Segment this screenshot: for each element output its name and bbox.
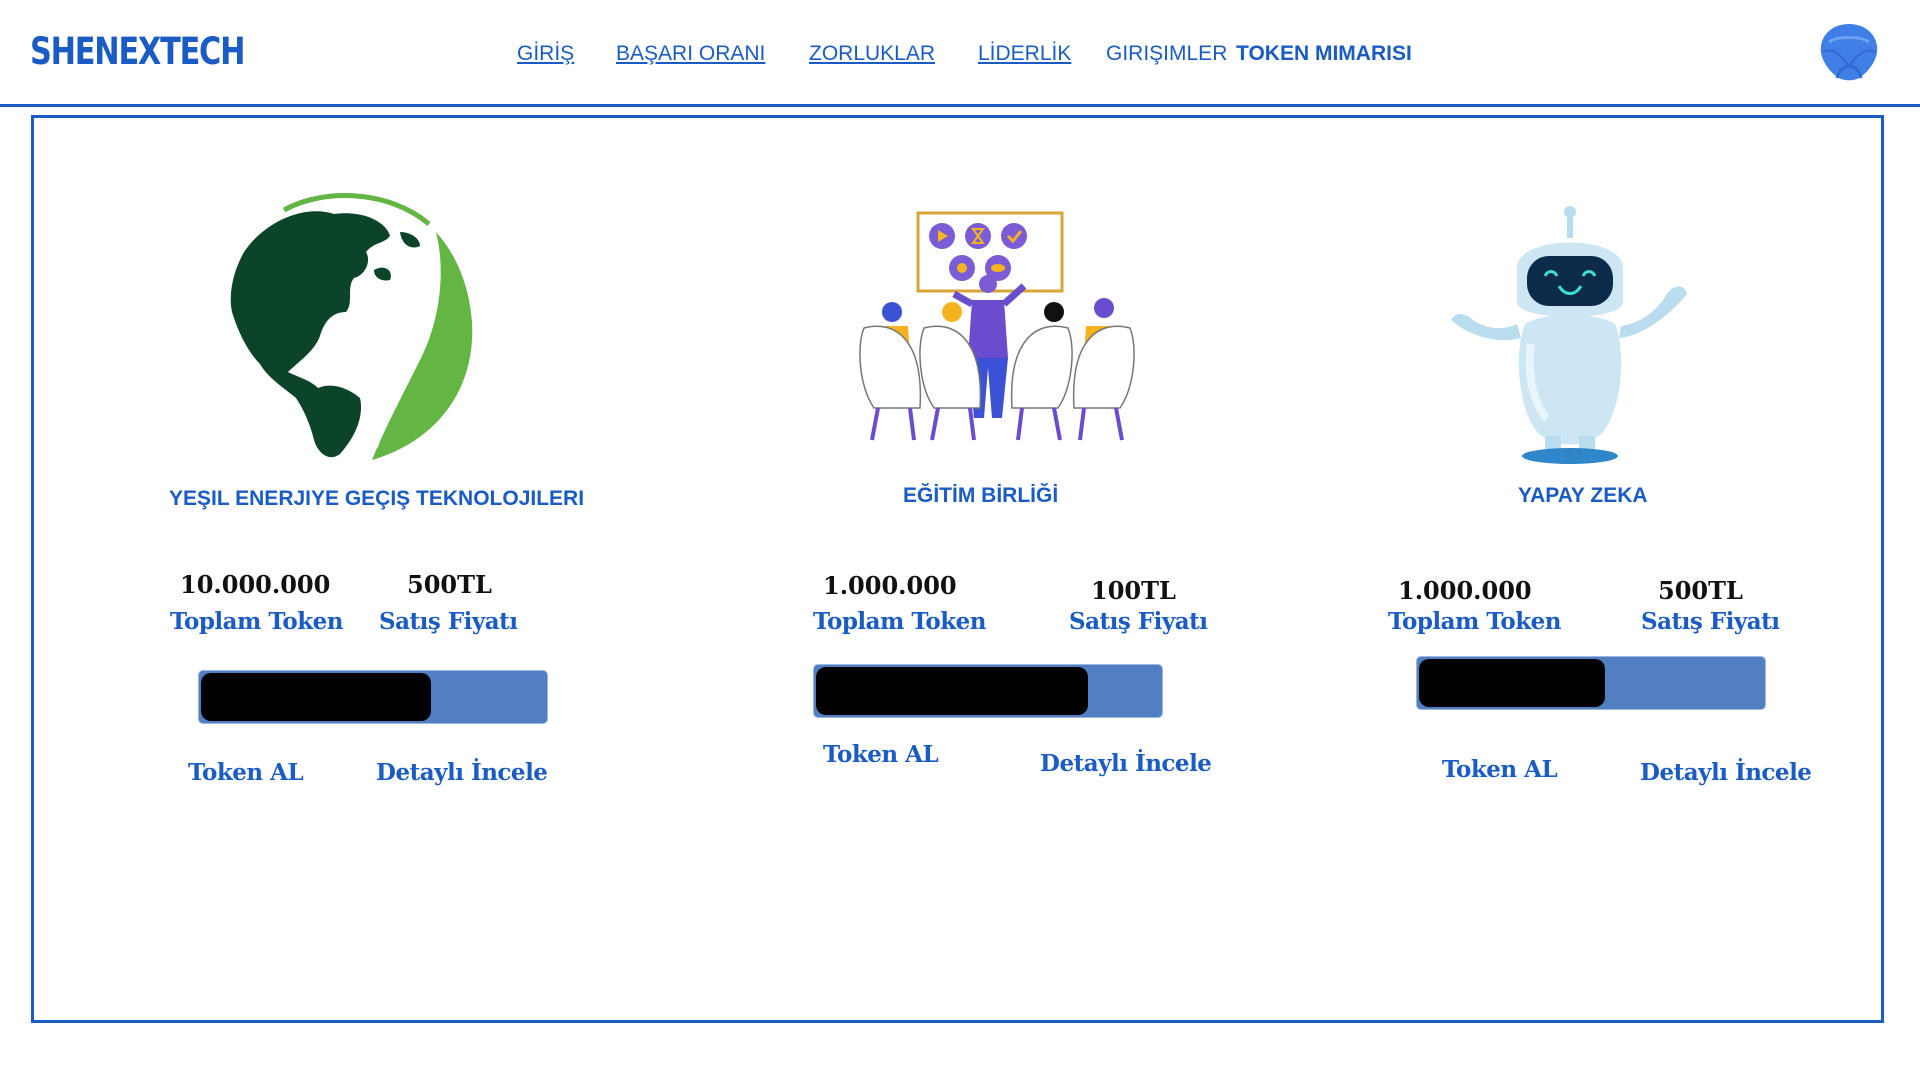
top-header: SHENEXTECH GİRİŞ BAŞARI ORANI ZORLUKLAR … — [0, 0, 1920, 105]
nav-link-liderlik[interactable]: LİDERLİK — [978, 42, 1071, 66]
sale-price-value: 500TL — [1658, 576, 1743, 605]
token-card-yapay-zeka: YAPAY ZEKA 1.000.000 Toplam Token 500TL … — [34, 118, 1812, 1018]
progress-fill — [1419, 659, 1605, 707]
token-sale-progress-bar — [814, 665, 1162, 717]
avatar-shell-icon[interactable] — [1817, 22, 1881, 82]
ai-robot-icon — [1447, 204, 1693, 466]
sale-price-label: Satış Fiyatı — [1641, 608, 1780, 635]
total-tokens-label: Toplam Token — [1388, 608, 1562, 635]
nav-link-girisimler[interactable]: GIRIŞIMLER — [1106, 42, 1227, 66]
token-al-button[interactable]: Token AL — [823, 741, 939, 768]
total-tokens-value: 1.000.000 — [1398, 576, 1532, 605]
nav-link-giris[interactable]: GİRİŞ — [517, 42, 574, 66]
site-logo[interactable]: SHENEXTECH — [30, 30, 245, 73]
token-sale-progress-bar — [1417, 657, 1765, 709]
sale-price-value: 100TL — [1091, 576, 1176, 605]
progress-fill — [816, 667, 1088, 715]
token-al-button[interactable]: Token AL — [1442, 756, 1558, 783]
total-tokens-label: Toplam Token — [813, 608, 987, 635]
nav-link-basari-orani[interactable]: BAŞARI ORANI — [616, 42, 765, 66]
total-tokens-value: 1.000.000 — [823, 571, 957, 600]
nav-link-zorluklar[interactable]: ZORLUKLAR — [809, 42, 935, 66]
card-title: EĞİTİM BİRLİĞİ — [903, 484, 1059, 507]
nav-link-token-mimarisi[interactable]: TOKEN MIMARISI — [1236, 42, 1412, 66]
header-divider — [0, 104, 1920, 107]
detayli-incele-button[interactable]: Detaylı İncele — [1040, 750, 1212, 777]
card-title: YAPAY ZEKA — [1518, 484, 1648, 507]
token-cards-panel: YEŞIL ENERJIYE GEÇIŞ TEKNOLOJILERI 10.00… — [31, 115, 1884, 1023]
detayli-incele-button[interactable]: Detaylı İncele — [1640, 759, 1812, 786]
education-meeting-icon — [854, 208, 1144, 444]
sale-price-label: Satış Fiyatı — [1069, 608, 1208, 635]
